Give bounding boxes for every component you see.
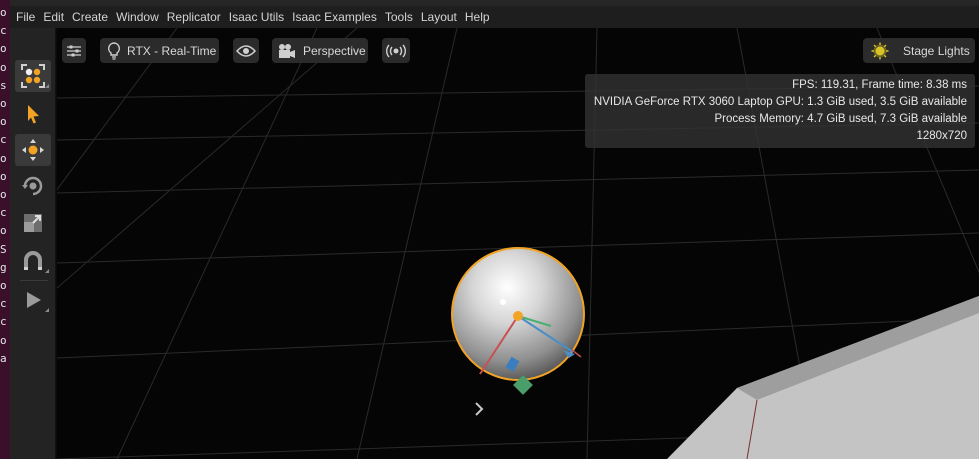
grid-select-icon (21, 64, 45, 88)
rotate-icon (22, 176, 43, 196)
background-terminal-strip: ocoosoocooocoSgoccoa (0, 0, 10, 459)
terminal-char: o (0, 60, 7, 74)
left-toolbar (10, 28, 56, 459)
move-arrows-icon (22, 139, 44, 161)
camera-label: Perspective (303, 43, 366, 58)
menu-replicator[interactable]: Replicator (163, 6, 225, 28)
rotate-tool-button[interactable] (15, 170, 51, 202)
menu-layout[interactable]: Layout (417, 6, 461, 28)
visibility-button[interactable] (233, 38, 259, 63)
terminal-char: o (0, 6, 7, 19)
resolution-readout: 1280x720 (916, 130, 967, 142)
render-mode-label: RTX - Real-Time (127, 43, 217, 58)
select-mode-button[interactable] (15, 60, 51, 92)
pointer-arrow-icon (28, 105, 39, 124)
stats-overlay: FPS: 119.31, Frame time: 8.38 ms NVIDIA … (585, 74, 975, 148)
menu-tools[interactable]: Tools (381, 6, 417, 28)
terminal-char: c (0, 133, 7, 147)
terminal-char: c (0, 24, 7, 38)
render-mode-button[interactable]: RTX - Real-Time (100, 38, 219, 63)
move-tool-button[interactable] (15, 134, 51, 166)
camera-icon (279, 43, 295, 58)
menu-file[interactable]: File (10, 6, 39, 28)
viewport-settings-button[interactable] (62, 38, 86, 63)
menu-window[interactable]: Window (112, 6, 163, 28)
terminal-char: o (0, 224, 7, 238)
terminal-char: s (0, 78, 7, 92)
terminal-char: o (0, 333, 7, 347)
terminal-char: o (0, 151, 7, 165)
terminal-char: c (0, 315, 7, 329)
submenu-indicator (45, 308, 49, 312)
snap-tool-button[interactable] (15, 245, 51, 277)
memory-readout: Process Memory: 4.7 GiB used, 7.3 GiB av… (714, 113, 967, 125)
cube-mesh (667, 296, 979, 459)
terminal-char: o (0, 42, 7, 56)
gpu-readout: NVIDIA GeForce RTX 3060 Laptop GPU: 1.3 … (593, 96, 967, 108)
chevron-right-icon (475, 402, 484, 416)
terminal-char: o (0, 279, 7, 292)
broadcast-icon (386, 44, 406, 57)
camera-button[interactable]: Perspective (272, 38, 368, 63)
menu-create[interactable]: Create (68, 6, 112, 28)
terminal-char: c (0, 297, 7, 311)
menu-isaac-utils[interactable]: Isaac Utils (225, 6, 288, 28)
submenu-indicator (45, 269, 49, 273)
menu-bar: File Edit Create Window Replicator Isaac… (10, 6, 979, 28)
eye-icon (236, 44, 256, 57)
toolbar-divider (20, 280, 48, 281)
menu-isaac-examples[interactable]: Isaac Examples (288, 6, 381, 28)
sliders-icon (67, 45, 81, 56)
3d-viewport[interactable]: RTX - Real-Time Perspective Stage Lights (57, 28, 979, 459)
lightbulb-icon (107, 41, 121, 60)
terminal-char: o (0, 188, 7, 201)
stage-lights-label: Stage Lights (903, 43, 970, 58)
menu-help[interactable]: Help (461, 6, 494, 28)
sun-icon (871, 42, 889, 59)
terminal-char: a (0, 351, 7, 365)
terminal-char: S (0, 242, 7, 256)
play-button[interactable] (15, 284, 51, 316)
scale-icon (24, 214, 42, 232)
menu-edit[interactable]: Edit (39, 6, 68, 28)
scale-tool-button[interactable] (15, 207, 51, 239)
terminal-char: o (0, 115, 7, 129)
broadcast-button[interactable] (382, 38, 410, 63)
submenu-indicator (45, 84, 49, 88)
select-tool-button[interactable] (15, 98, 51, 130)
fps-readout: FPS: 119.31, Frame time: 8.38 ms (792, 79, 967, 91)
terminal-char: o (0, 97, 7, 110)
magnet-icon (24, 251, 42, 270)
terminal-char: g (0, 260, 7, 274)
terminal-char: o (0, 169, 7, 183)
play-icon (27, 292, 41, 308)
stage-lights-button[interactable]: Stage Lights (863, 38, 975, 63)
terminal-char: c (0, 206, 7, 220)
